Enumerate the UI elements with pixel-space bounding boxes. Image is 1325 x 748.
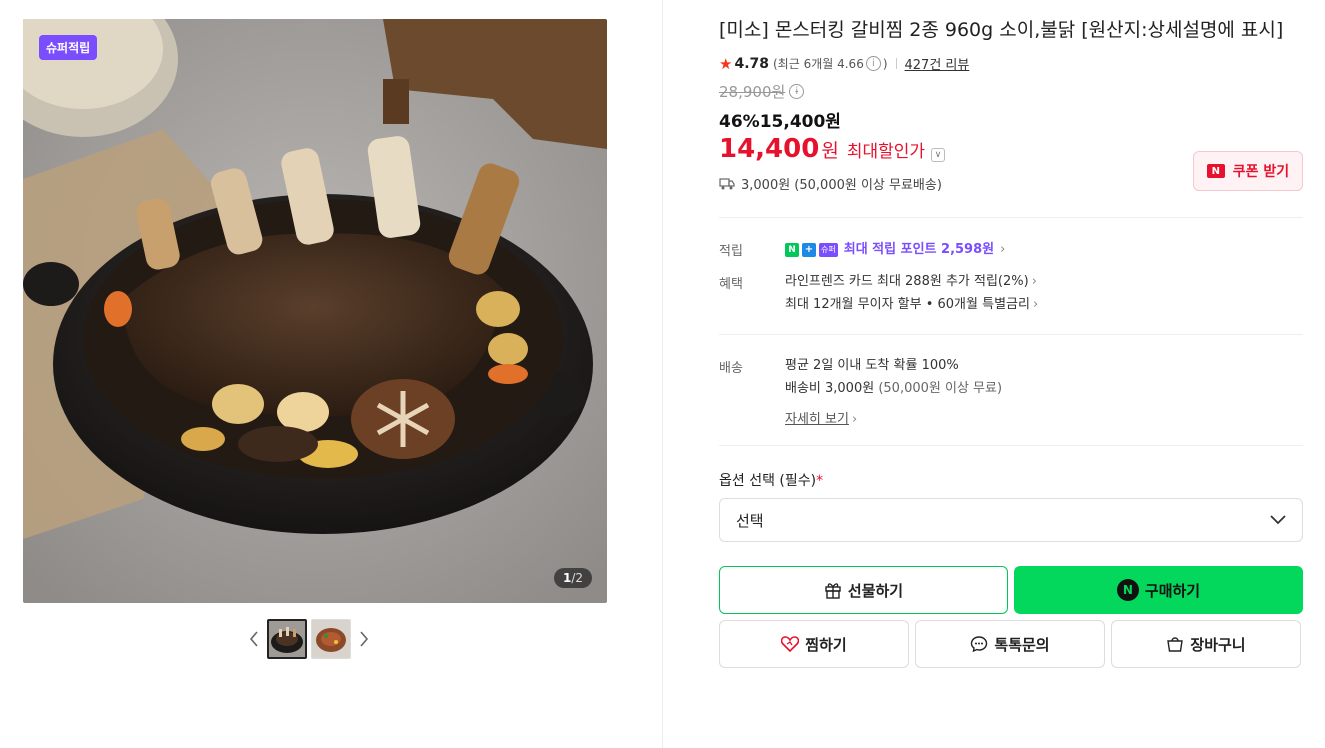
card-benefit-text: 라인프렌즈 카드 최대 288원 추가 적립(2%) xyxy=(785,274,1029,289)
primary-actions: 선물하기 N 구매하기 xyxy=(719,566,1303,614)
card-benefit-link[interactable]: 라인프렌즈 카드 최대 288원 추가 적립(2%) › xyxy=(785,274,1037,289)
image-counter-total: /2 xyxy=(571,571,583,585)
recent-rating: (최근 6개월 4.66 xyxy=(773,57,864,71)
chevron-down-icon xyxy=(1270,515,1286,525)
shopping-bag-icon xyxy=(1167,637,1184,652)
thumbnail-2[interactable] xyxy=(311,619,351,659)
max-discount-label: 최대할인가 xyxy=(846,142,926,162)
naver-pay-icon: N xyxy=(1116,579,1139,601)
thumbnail-1[interactable] xyxy=(267,619,307,659)
chat-bubble-icon xyxy=(971,636,988,653)
sale-price: 15,400원 xyxy=(759,112,841,132)
naver-n-badge: N xyxy=(785,242,799,257)
point-link[interactable]: N + 슈퍼 최대 적립 포인트 2,598원 › xyxy=(785,240,1303,259)
buy-label: 구매하기 xyxy=(1144,581,1201,600)
gift-button[interactable]: 선물하기 xyxy=(719,566,1008,614)
product-main-image[interactable]: 슈퍼적립 1/2 xyxy=(23,19,607,603)
option-section: 옵션 선택 (필수)* 선택 xyxy=(719,470,1303,542)
option-select-value: 선택 xyxy=(736,511,764,530)
cart-button[interactable]: 장바구니 xyxy=(1111,620,1301,668)
chevron-right-icon: › xyxy=(1000,241,1006,257)
product-detail-panel: [미소] 몬스터킹 갈비찜 2종 960g 소이,불닭 [원산지:상세설명에 표… xyxy=(719,17,1303,668)
delivery-key: 배송 xyxy=(719,361,743,376)
delivery-free-condition: (50,000원 이상 무료) xyxy=(878,381,1003,396)
gift-label: 선물하기 xyxy=(847,581,904,600)
recent-rating-close: ) xyxy=(882,56,888,71)
delivery-values: 평균 2일 이내 도착 확률 100% 배송비 3,000원 (50,000원 … xyxy=(785,357,1303,429)
image-counter: 1/2 xyxy=(553,568,592,588)
point-key: 적립 xyxy=(719,244,743,259)
benefit-key: 혜택 xyxy=(719,277,743,292)
sale-price-row: 46%15,400원 xyxy=(719,107,1303,132)
delivery-more-link[interactable]: 자세히 보기 xyxy=(785,412,849,427)
installment-benefit-link[interactable]: 최대 12개월 무이자 할부 • 60개월 특별금리 › xyxy=(785,296,1038,314)
original-price-row: 28,900원 i xyxy=(719,81,1303,102)
rating-value: 4.78 xyxy=(734,55,769,72)
info-icon[interactable]: i xyxy=(865,56,881,71)
divider xyxy=(719,217,1303,218)
divider xyxy=(719,445,1303,446)
option-select[interactable]: 선택 xyxy=(719,498,1303,542)
buy-button[interactable]: N 구매하기 xyxy=(1014,566,1303,614)
secondary-actions: 찜하기 톡톡문의 장바구니 xyxy=(719,620,1303,668)
truck-icon xyxy=(719,177,735,189)
delivery-fee-line: 배송비 3,000원 (50,000원 이상 무료) xyxy=(785,380,1002,398)
max-discount-price: 14,400 xyxy=(719,134,820,164)
gift-icon xyxy=(825,583,841,599)
review-count-link[interactable]: 427건 리뷰 xyxy=(905,54,970,73)
chevron-down-icon[interactable]: ∨ xyxy=(931,148,946,162)
benefit-block: 적립 N + 슈퍼 최대 적립 포인트 2,598원 › 혜택 라인프렌즈 카드… xyxy=(719,240,1303,314)
option-label: 옵션 선택 (필수) xyxy=(719,473,817,489)
cart-label: 장바구니 xyxy=(1190,635,1246,654)
super-point-badge: 슈퍼적립 xyxy=(39,35,98,60)
delivery-block: 배송 평균 2일 이내 도착 확률 100% 배송비 3,000원 (50,00… xyxy=(719,357,1303,429)
shipping-fee: 3,000원 (50,000원 이상 무료배송) xyxy=(741,178,942,193)
required-mark: * xyxy=(816,473,824,489)
chevron-right-icon: › xyxy=(851,412,858,427)
naver-n-icon: N xyxy=(1206,164,1225,178)
rating-row: ★ 4.78 (최근 6개월 4.66 i ) 427건 리뷰 xyxy=(719,54,1303,74)
thumbnail-strip xyxy=(245,618,385,660)
coupon-button[interactable]: N 쿠폰 받기 xyxy=(1193,151,1303,191)
talk-label: 톡톡문의 xyxy=(994,635,1050,654)
heart-icon xyxy=(781,636,800,652)
delivery-fee: 배송비 3,000원 xyxy=(785,381,875,396)
thumb-next-arrow-icon[interactable] xyxy=(355,630,373,648)
food-photo xyxy=(23,19,607,603)
option-label-row: 옵션 선택 (필수)* xyxy=(719,470,1303,490)
plus-badge: + xyxy=(802,242,816,257)
price-info-icon[interactable]: i xyxy=(789,84,805,99)
wish-button[interactable]: 찜하기 xyxy=(719,620,909,668)
column-divider xyxy=(662,0,663,748)
talk-button[interactable]: 톡톡문의 xyxy=(915,620,1105,668)
divider xyxy=(719,334,1303,335)
original-price: 28,900원 xyxy=(719,83,786,101)
max-discount-unit: 원 xyxy=(821,140,839,162)
coupon-label: 쿠폰 받기 xyxy=(1232,164,1290,180)
wish-label: 찜하기 xyxy=(805,635,847,654)
star-icon: ★ xyxy=(719,54,733,73)
super-badge: 슈퍼 xyxy=(819,242,838,257)
max-point-text: 최대 적립 포인트 2,598원 xyxy=(843,241,995,257)
benefit-values: 라인프렌즈 카드 최대 288원 추가 적립(2%) › 최대 12개월 무이자 … xyxy=(785,273,1303,314)
delivery-probability: 평균 2일 이내 도착 확률 100% xyxy=(785,358,959,373)
product-title: [미소] 몬스터킹 갈비찜 2종 960g 소이,불닭 [원산지:상세설명에 표… xyxy=(719,19,1284,41)
discount-rate: 46% xyxy=(719,112,760,132)
thumb-prev-arrow-icon[interactable] xyxy=(245,630,263,648)
installment-benefit-text: 최대 12개월 무이자 할부 • 60개월 특별금리 xyxy=(785,297,1030,312)
delivery-more-wrap[interactable]: 자세히 보기 › xyxy=(785,411,857,429)
chevron-right-icon: › xyxy=(1032,297,1039,312)
separator xyxy=(895,58,897,69)
chevron-right-icon: › xyxy=(1031,274,1037,289)
